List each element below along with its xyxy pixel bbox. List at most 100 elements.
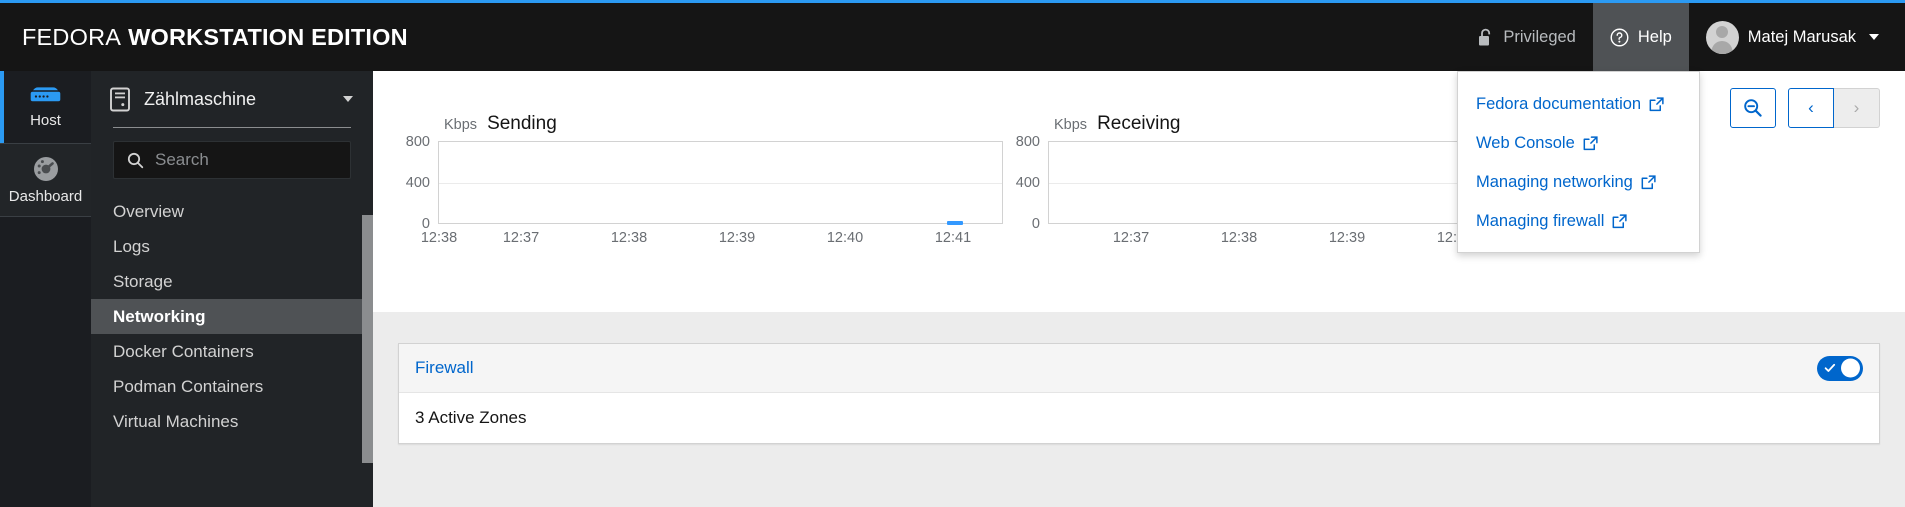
chart-prev-label: ‹ <box>1808 98 1814 117</box>
tower-server-icon <box>109 87 131 112</box>
app-root: FEDORA WORKSTATION EDITION Privileged He… <box>0 0 1905 507</box>
chart-sending: Kbps Sending 800 400 0 12:37 12:38 12:38… <box>406 113 1003 246</box>
chart-toolbar: ‹ › <box>1730 88 1880 128</box>
chart-sending-ytick: 800 <box>405 134 430 150</box>
chart-receiving-unit: Kbps <box>1054 117 1088 133</box>
sidebar-item-label: Logs <box>113 236 150 256</box>
sidebar-scrollbar-thumb[interactable] <box>362 215 373 463</box>
external-link-icon <box>1649 97 1664 112</box>
masthead-actions: Privileged Help Matej Marusak <box>1461 3 1905 71</box>
search-box[interactable] <box>113 141 376 179</box>
chart-receiving-ytick: 800 <box>1015 134 1040 150</box>
sidebar-item-overview[interactable]: Overview <box>91 194 373 229</box>
firewall-toggle[interactable] <box>1817 355 1863 381</box>
sidebar-item-label: Virtual Machines <box>113 411 239 431</box>
external-link-icon <box>1583 136 1598 151</box>
server-icon <box>29 86 62 107</box>
chart-sending-title: Sending <box>487 113 557 134</box>
chart-sending-xtick: 12:38 <box>610 230 648 246</box>
brand-logo[interactable]: FEDORA WORKSTATION EDITION <box>22 24 408 51</box>
question-circle-icon <box>1610 28 1629 47</box>
help-item-managing-firewall[interactable]: Managing firewall <box>1458 202 1699 241</box>
sidebar-item-networking[interactable]: Networking <box>91 299 373 334</box>
user-name: Matej Marusak <box>1747 27 1856 46</box>
firewall-toggle-knob <box>1841 358 1860 378</box>
sidebar-item-podman-containers[interactable]: Podman Containers <box>91 369 373 404</box>
gridline <box>439 183 1002 184</box>
search-icon <box>127 152 144 169</box>
rail-item-dashboard-label: Dashboard <box>8 188 83 205</box>
chart-sending-series-point <box>947 221 963 225</box>
privileged-indicator[interactable]: Privileged <box>1461 3 1592 71</box>
chart-sending-xtick: 12:38 <box>420 230 458 246</box>
chart-next-label: › <box>1853 98 1860 117</box>
brand-bold-text: WORKSTATION EDITION <box>128 23 408 50</box>
chart-sending-unit: Kbps <box>444 117 478 133</box>
sidebar-item-docker-containers[interactable]: Docker Containers <box>91 334 373 369</box>
masthead: FEDORA WORKSTATION EDITION Privileged He… <box>0 3 1905 71</box>
firewall-card-header: Firewall <box>399 344 1879 393</box>
sidebar-item-storage[interactable]: Storage <box>91 264 373 299</box>
gauge-icon <box>32 155 60 183</box>
chart-sending-xtick: 12:40 <box>826 230 864 246</box>
sidebar-item-label: Networking <box>113 306 206 326</box>
help-dropdown-menu: Fedora documentation Web Console Managin… <box>1457 71 1700 253</box>
chart-receiving-xtick: 12:39 <box>1328 230 1366 246</box>
sidebar-item-label: Docker Containers <box>113 341 254 361</box>
chart-pager: ‹ › <box>1788 88 1880 128</box>
chart-sending-xtick: 12:39 <box>718 230 756 246</box>
avatar <box>1705 20 1739 54</box>
help-item-label: Managing firewall <box>1476 212 1605 230</box>
help-label: Help <box>1637 27 1672 46</box>
machine-name: Zählmaschine <box>144 88 257 109</box>
chart-sending-xtick: 12:41 <box>934 230 972 246</box>
chart-prev-button[interactable]: ‹ <box>1788 88 1834 128</box>
unlock-icon <box>1478 28 1494 47</box>
sidebar-item-virtual-machines[interactable]: Virtual Machines <box>91 404 373 439</box>
help-item-fedora-documentation[interactable]: Fedora documentation <box>1458 85 1699 124</box>
sidebar-search <box>91 128 376 189</box>
help-item-label: Fedora documentation <box>1476 95 1642 113</box>
chart-next-button: › <box>1834 88 1880 128</box>
chart-sending-plot-wrap: 800 400 0 12:37 12:38 12:38 12:39 12:40 … <box>406 134 1003 246</box>
chevron-down-icon <box>343 96 353 102</box>
chart-receiving-ytick: 0 <box>1031 216 1040 232</box>
chart-receiving-title: Receiving <box>1097 113 1181 134</box>
firewall-card: Firewall 3 Active Zones <box>398 343 1880 444</box>
rail-item-dashboard[interactable]: Dashboard <box>0 143 91 217</box>
machine-selector[interactable]: Zählmaschine <box>91 71 373 127</box>
firewall-card-body: 3 Active Zones <box>399 393 1879 443</box>
privileged-label: Privileged <box>1503 27 1576 46</box>
sidebar-item-logs[interactable]: Logs <box>91 229 373 264</box>
help-item-label: Web Console <box>1476 134 1575 152</box>
sidebar: Zählmaschine Overview Logs <box>91 71 376 507</box>
search-input[interactable] <box>155 150 376 170</box>
sidebar-nav-list: Overview Logs Storage Networking Docker … <box>91 194 373 439</box>
chart-receiving-xtick: 12:37 <box>1112 230 1150 246</box>
firewall-link[interactable]: Firewall <box>415 358 474 378</box>
external-link-icon <box>1612 214 1628 229</box>
chart-sending-ytick: 400 <box>405 175 430 191</box>
external-link-icon <box>1641 175 1656 190</box>
help-button[interactable]: Help <box>1592 3 1689 71</box>
help-item-managing-networking[interactable]: Managing networking <box>1458 163 1699 202</box>
user-menu[interactable]: Matej Marusak <box>1689 3 1905 71</box>
chart-sending-xtick: 12:37 <box>502 230 540 246</box>
help-item-web-console[interactable]: Web Console <box>1458 124 1699 163</box>
chart-sending-plot: 800 400 0 12:37 12:38 12:38 12:39 12:40 … <box>406 134 1003 246</box>
chart-receiving-ytick: 400 <box>1015 175 1040 191</box>
icon-rail: Host Dashboard <box>0 71 91 507</box>
zoom-out-button[interactable] <box>1730 88 1776 128</box>
rail-item-host-label: Host <box>30 111 61 129</box>
sidebar-item-label: Podman Containers <box>113 376 264 396</box>
sidebar-scrollbar[interactable] <box>362 71 373 507</box>
sidebar-item-label: Overview <box>113 201 184 221</box>
help-item-label: Managing networking <box>1476 173 1633 191</box>
sidebar-item-label: Storage <box>113 271 173 291</box>
check-icon <box>1824 362 1836 374</box>
chart-receiving-xtick: 12:38 <box>1220 230 1258 246</box>
chevron-down-icon <box>1869 34 1879 40</box>
brand-light-text: FEDORA <box>22 23 122 50</box>
rail-item-host[interactable]: Host <box>0 71 91 143</box>
chart-sending-header: Kbps Sending <box>444 113 1003 135</box>
